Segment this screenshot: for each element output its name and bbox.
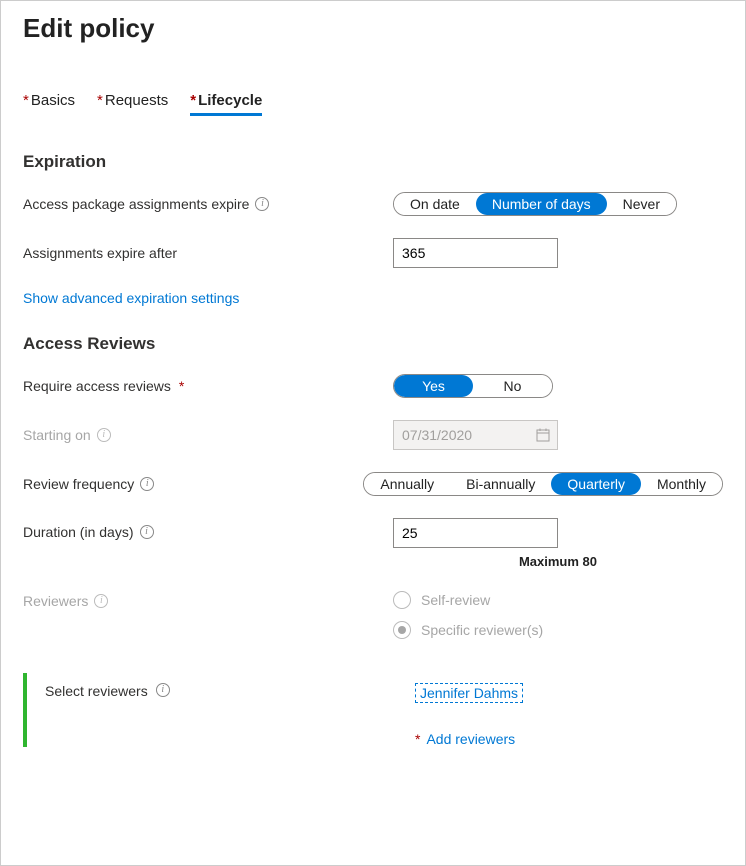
info-icon[interactable]: i (156, 683, 170, 697)
require-reviews-group: Yes No (393, 374, 553, 398)
section-expiration: Expiration (23, 152, 723, 172)
required-asterisk: * (190, 92, 196, 109)
expire-after-input[interactable] (393, 238, 558, 268)
option-yes[interactable]: Yes (394, 375, 473, 397)
add-reviewers-link[interactable]: Add reviewers (426, 731, 515, 747)
required-asterisk: * (415, 731, 420, 747)
info-icon[interactable]: i (140, 525, 154, 539)
option-no[interactable]: No (473, 375, 552, 397)
info-icon: i (97, 428, 111, 442)
label-duration: Duration (in days) (23, 524, 134, 540)
label-expire-after: Assignments expire after (23, 245, 177, 261)
section-access-reviews: Access Reviews (23, 334, 723, 354)
option-never[interactable]: Never (607, 193, 676, 215)
tab-bar: *Basics *Requests *Lifecycle (23, 92, 723, 116)
expire-type-group: On date Number of days Never (393, 192, 677, 216)
starting-on-input (393, 420, 558, 450)
option-on-date[interactable]: On date (394, 193, 476, 215)
option-annually[interactable]: Annually (364, 473, 450, 495)
label-starting-on: Starting on (23, 427, 91, 443)
label-specific-reviewers: Specific reviewer(s) (421, 622, 543, 638)
radio-specific-reviewers (393, 621, 411, 639)
info-icon: i (94, 594, 108, 608)
option-number-of-days[interactable]: Number of days (476, 193, 607, 215)
advanced-expiration-link[interactable]: Show advanced expiration settings (23, 290, 239, 306)
required-asterisk: * (23, 92, 29, 109)
label-select-reviewers: Select reviewers (45, 683, 148, 699)
duration-max-helper: Maximum 80 (476, 554, 641, 569)
calendar-icon (536, 428, 550, 442)
radio-self-review (393, 591, 411, 609)
label-assignments-expire: Access package assignments expire (23, 196, 249, 212)
option-bi-annually[interactable]: Bi-annually (450, 473, 551, 495)
tab-basics[interactable]: *Basics (23, 92, 75, 116)
tab-requests[interactable]: *Requests (97, 92, 168, 116)
required-asterisk: * (179, 378, 184, 394)
label-reviewers: Reviewers (23, 593, 88, 609)
label-require-reviews: Require access reviews (23, 378, 171, 394)
option-monthly[interactable]: Monthly (641, 473, 722, 495)
reviewer-chip[interactable]: Jennifer Dahms (415, 683, 523, 703)
info-icon[interactable]: i (255, 197, 269, 211)
label-review-frequency: Review frequency (23, 476, 134, 492)
select-reviewers-block: Select reviewers i Jennifer Dahms * Add … (23, 673, 723, 747)
duration-input[interactable] (393, 518, 558, 548)
required-asterisk: * (97, 92, 103, 109)
frequency-group: Annually Bi-annually Quarterly Monthly (363, 472, 723, 496)
tab-lifecycle[interactable]: *Lifecycle (190, 92, 262, 116)
option-quarterly[interactable]: Quarterly (551, 473, 641, 495)
page-title: Edit policy (23, 13, 723, 44)
info-icon[interactable]: i (140, 477, 154, 491)
label-self-review: Self-review (421, 592, 490, 608)
